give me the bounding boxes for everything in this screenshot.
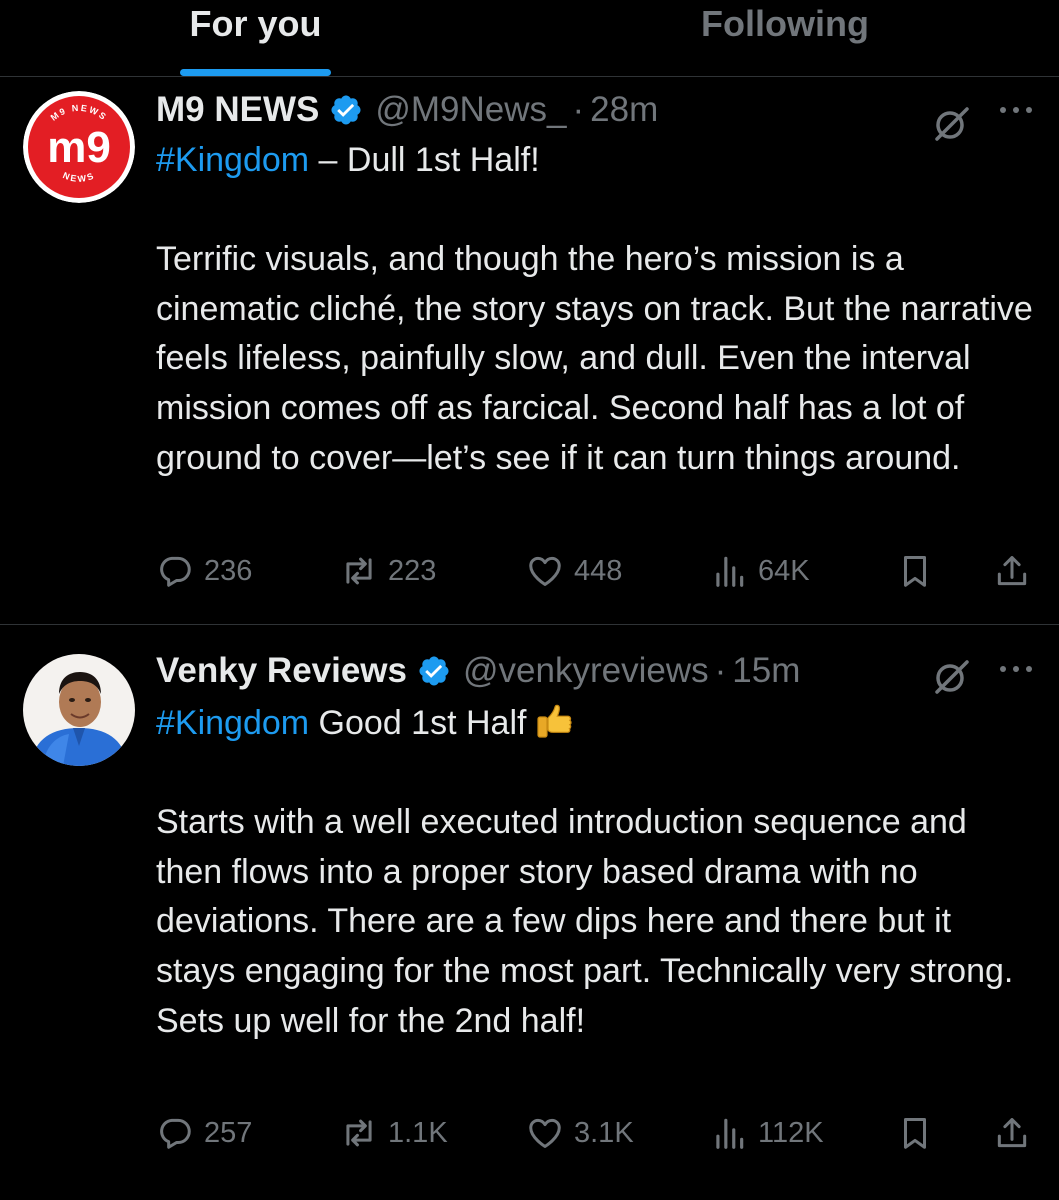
reply-button[interactable]: 236 [156, 551, 252, 591]
tweet-headline: #Kingdom – Dull 1st Half! [156, 136, 1036, 186]
more-icon[interactable] [996, 659, 1036, 679]
bookmark-icon [896, 1114, 934, 1152]
tab-following-label: Following [701, 3, 869, 44]
author-handle[interactable]: @venkyreviews [463, 651, 709, 691]
repost-count: 223 [388, 554, 437, 587]
share-icon [993, 1114, 1031, 1152]
separator-dot: · [572, 90, 585, 129]
avatar-photo [23, 654, 135, 766]
avatar[interactable]: M9 NEWS m9 NEWS [23, 91, 135, 203]
tab-for-you[interactable]: For you [180, 0, 331, 76]
bookmark-icon [896, 552, 934, 590]
share-button[interactable] [993, 551, 1031, 591]
reply-count: 236 [204, 554, 253, 587]
active-tab-indicator [180, 69, 331, 76]
tweet-text: #Kingdom Good 1st Half Starts with a wel… [156, 698, 1036, 1046]
headline-text: Good 1st Half [309, 704, 527, 742]
hashtag-link[interactable]: #Kingdom [156, 704, 309, 742]
view-count: 64K [758, 554, 810, 587]
verified-badge-icon [329, 93, 363, 127]
bookmark-button[interactable] [896, 551, 934, 591]
author-name[interactable]: M9 NEWS [156, 90, 319, 130]
reply-button[interactable]: 257 [156, 1113, 252, 1153]
views-button[interactable]: 112K [710, 1113, 824, 1153]
logo-main-text: m9 [47, 123, 111, 172]
repost-icon [340, 1114, 378, 1152]
reply-icon [156, 552, 194, 590]
share-icon [993, 552, 1031, 590]
repost-button[interactable]: 223 [340, 551, 436, 591]
timeline-tabs: For you Following [0, 0, 1059, 77]
repost-icon [340, 552, 378, 590]
bookmark-button[interactable] [896, 1113, 934, 1153]
like-count: 3.1K [574, 1116, 634, 1149]
tweet-paragraph: Terrific visuals, and though the hero’s … [156, 240, 1033, 477]
avatar[interactable] [23, 654, 135, 766]
headline-text: – Dull 1st Half! [309, 141, 540, 179]
author-name[interactable]: Venky Reviews [156, 651, 407, 691]
tweet-text: #Kingdom – Dull 1st Half! Terrific visua… [156, 136, 1036, 483]
repost-count: 1.1K [388, 1116, 448, 1149]
like-icon [526, 552, 564, 590]
views-button[interactable]: 64K [710, 551, 810, 591]
tweet[interactable]: M9 NEWS m9 NEWS M9 NEWS @M9News_ · 28m #… [0, 77, 1059, 625]
like-icon [526, 1114, 564, 1152]
share-button[interactable] [993, 1113, 1031, 1153]
author-handle[interactable]: @M9News_ [375, 90, 566, 130]
tab-for-you-label: For you [189, 3, 322, 44]
grok-icon[interactable] [932, 657, 972, 697]
tweet-headline: #Kingdom Good 1st Half [156, 698, 1036, 749]
tweet-actions: 257 1.1K 3.1K 112K [156, 1113, 1036, 1153]
like-button[interactable]: 448 [526, 551, 622, 591]
reply-icon [156, 1114, 194, 1152]
tweet-actions: 236 223 448 64K [156, 551, 1036, 591]
repost-button[interactable]: 1.1K [340, 1113, 448, 1153]
verified-badge-icon [417, 654, 451, 688]
tweet-timestamp[interactable]: 15m [732, 651, 800, 691]
tweet[interactable]: Venky Reviews @venkyreviews · 15m #Kingd… [0, 626, 1059, 1200]
view-count: 112K [758, 1116, 824, 1149]
more-icon[interactable] [996, 100, 1036, 120]
separator-dot: · [714, 651, 727, 690]
tweet-paragraph: Starts with a well executed introduction… [156, 803, 1014, 1040]
hashtag-link[interactable]: #Kingdom [156, 141, 309, 179]
views-icon [710, 552, 748, 590]
tweet-header: M9 NEWS @M9News_ · 28m [156, 85, 1059, 135]
tweet-timestamp[interactable]: 28m [590, 90, 658, 130]
tweet-header: Venky Reviews @venkyreviews · 15m [156, 646, 1059, 696]
m9-news-logo: M9 NEWS m9 NEWS [23, 91, 135, 203]
views-icon [710, 1114, 748, 1152]
tab-following[interactable]: Following [680, 0, 890, 76]
like-count: 448 [574, 554, 623, 587]
thumbs-up-emoji-icon [534, 698, 578, 742]
reply-count: 257 [204, 1116, 253, 1149]
like-button[interactable]: 3.1K [526, 1113, 634, 1153]
